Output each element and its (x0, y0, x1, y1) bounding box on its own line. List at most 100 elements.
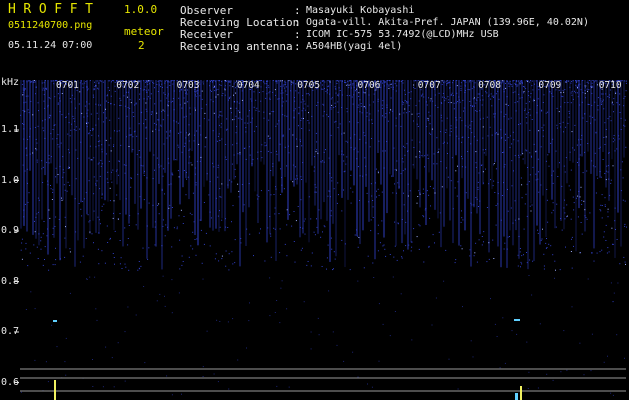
noise-speck (455, 170, 457, 172)
noise-speck (149, 97, 151, 99)
noise-speck (445, 249, 447, 251)
noise-speck (90, 159, 92, 161)
noise-speck (145, 80, 147, 82)
noise-speck (288, 80, 290, 82)
noise-speck (137, 173, 139, 175)
noise-speck (462, 99, 464, 101)
noise-speck (142, 80, 144, 82)
meteor-trace (520, 386, 522, 400)
noise-speck (42, 120, 44, 122)
noise-speck (382, 82, 383, 84)
noise-speck (350, 137, 351, 139)
noise-speck (511, 160, 513, 162)
noise-speck (343, 154, 345, 156)
noise-speck (258, 232, 260, 234)
noise-speck (388, 85, 390, 87)
noise-streak (116, 80, 118, 185)
noise-streak (206, 80, 208, 181)
noise-speck (371, 123, 373, 124)
noise-speck (142, 165, 144, 167)
noise-speck (98, 219, 100, 221)
noise-speck (511, 330, 513, 332)
noise-speck (195, 109, 196, 111)
noise-speck (570, 82, 572, 84)
noise-speck (295, 90, 297, 92)
noise-speck (110, 103, 111, 105)
noise-speck (121, 268, 123, 269)
noise-speck (616, 148, 618, 150)
noise-speck (354, 134, 356, 136)
noise-speck (206, 173, 208, 175)
noise-speck (604, 144, 606, 145)
noise-speck (205, 104, 207, 106)
noise-speck (601, 93, 603, 95)
noise-speck (75, 149, 77, 151)
noise-speck (456, 102, 458, 104)
noise-speck (505, 82, 506, 84)
noise-speck (591, 252, 593, 253)
noise-speck (282, 114, 284, 116)
noise-streak (224, 80, 226, 232)
noise-speck (54, 264, 56, 266)
noise-streak (467, 80, 469, 199)
noise-speck (37, 197, 39, 199)
noise-speck (150, 80, 152, 82)
noise-speck (112, 253, 114, 254)
noise-speck (526, 252, 527, 253)
noise-speck (493, 180, 495, 182)
noise-speck (405, 245, 407, 247)
noise-speck (86, 123, 87, 124)
noise-speck (461, 210, 462, 212)
noise-speck (355, 90, 357, 92)
noise-speck (33, 81, 35, 83)
noise-speck (264, 142, 266, 144)
noise-speck (354, 147, 356, 149)
noise-speck (521, 197, 523, 199)
noise-speck (38, 233, 40, 235)
freq-tick-label: 0.8 (1, 275, 20, 287)
noise-speck (448, 358, 450, 360)
noise-speck (316, 141, 318, 143)
noise-speck (116, 194, 118, 196)
noise-speck (47, 184, 49, 186)
noise-speck (367, 383, 368, 385)
noise-speck (423, 96, 425, 98)
noise-speck (510, 83, 511, 85)
noise-speck (528, 112, 530, 114)
noise-speck (521, 263, 523, 265)
noise-speck (73, 118, 75, 120)
noise-speck (52, 129, 54, 130)
noise-speck (129, 107, 131, 109)
noise-streak (251, 80, 253, 167)
noise-speck (303, 107, 305, 109)
noise-speck (401, 256, 403, 258)
noise-speck (243, 204, 245, 206)
noise-speck (91, 134, 93, 136)
noise-speck (202, 81, 204, 83)
noise-speck (512, 80, 514, 82)
noise-speck (446, 84, 447, 86)
noise-speck (430, 205, 431, 207)
noise-speck (394, 245, 396, 247)
noise-speck (518, 235, 520, 237)
noise-speck (170, 101, 172, 103)
noise-speck (328, 85, 330, 87)
noise-speck (323, 111, 325, 113)
noise-speck (154, 226, 156, 228)
noise-speck (203, 202, 205, 203)
noise-speck (101, 209, 103, 211)
noise-speck (599, 171, 601, 173)
noise-speck (348, 87, 350, 89)
noise-speck (475, 98, 477, 100)
noise-speck (602, 99, 604, 101)
noise-speck (510, 207, 512, 209)
noise-speck (267, 85, 269, 87)
noise-speck (620, 129, 622, 130)
noise-speck (378, 140, 380, 142)
noise-speck (369, 146, 371, 148)
noise-speck (561, 229, 563, 231)
noise-speck (82, 87, 84, 89)
noise-speck (224, 88, 226, 90)
noise-speck (396, 192, 397, 194)
noise-speck (171, 246, 173, 248)
